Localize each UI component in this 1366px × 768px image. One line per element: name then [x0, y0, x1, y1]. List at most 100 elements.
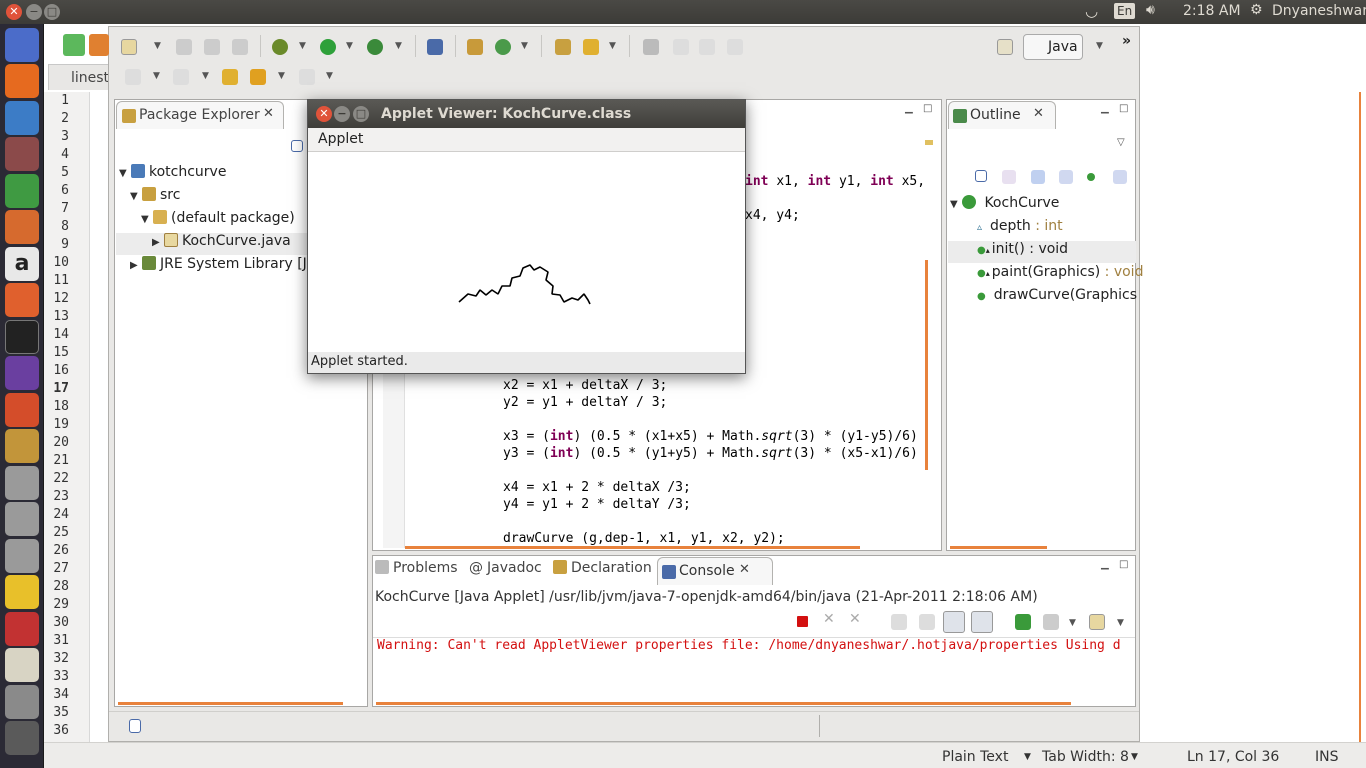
- open-console-icon[interactable]: [1089, 614, 1105, 630]
- remove-launch-icon[interactable]: ✕: [823, 611, 835, 627]
- paragraph-icon[interactable]: [727, 39, 743, 55]
- hide-static-icon[interactable]: [1059, 170, 1073, 184]
- outline-member-paint[interactable]: ●▴ paint(Graphics) : void: [977, 264, 1143, 286]
- minimize-icon[interactable]: ▁: [1101, 559, 1109, 570]
- trash-icon[interactable]: [5, 721, 39, 755]
- run-icon[interactable]: [320, 39, 336, 55]
- hide-nonpublic-icon[interactable]: [1087, 173, 1095, 181]
- run-external-icon[interactable]: [367, 39, 383, 55]
- last-edit-icon[interactable]: [222, 69, 238, 85]
- tree-item-src[interactable]: ▼ src: [130, 187, 180, 209]
- maximize-icon[interactable]: □: [1119, 103, 1128, 114]
- back-icon[interactable]: [250, 69, 266, 85]
- text-editor-icon[interactable]: [5, 648, 39, 682]
- clear-console-icon[interactable]: [891, 614, 907, 630]
- tree-item-default-package[interactable]: ▼ (default package): [141, 210, 295, 232]
- outline-class[interactable]: ▼ KochCurve: [950, 195, 1059, 217]
- tab-outline[interactable]: Outline ✕: [948, 101, 1056, 129]
- terminal-icon[interactable]: [5, 320, 39, 354]
- tree-item-project[interactable]: ▼ kotchcurve: [119, 164, 226, 186]
- maximize-icon[interactable]: □: [353, 106, 369, 122]
- drive-icon-3[interactable]: [5, 539, 39, 573]
- new-wizard-icon[interactable]: [121, 39, 137, 55]
- show-stderr-icon[interactable]: [971, 611, 993, 633]
- close-window-icon[interactable]: ✕: [6, 4, 22, 20]
- forward-icon[interactable]: [299, 69, 315, 85]
- settings-icon[interactable]: [5, 393, 39, 427]
- annotation-icon[interactable]: [643, 39, 659, 55]
- minimize-icon[interactable]: ▁: [905, 103, 913, 114]
- hide-local-types-icon[interactable]: [1113, 170, 1127, 184]
- close-icon[interactable]: ✕: [739, 562, 750, 577]
- software-center-icon[interactable]: [5, 283, 39, 317]
- clock[interactable]: 2:18 AM: [1183, 3, 1241, 19]
- gedit-tab[interactable]: linest: [48, 64, 110, 90]
- save-all-icon[interactable]: [204, 39, 220, 55]
- menu-applet[interactable]: Applet: [318, 131, 363, 147]
- maximize-icon[interactable]: □: [1119, 559, 1128, 570]
- applet-titlebar[interactable]: ✕ − □ Applet Viewer: KochCurve.class: [308, 100, 745, 128]
- writer-icon[interactable]: [5, 101, 39, 135]
- prev-annotation-icon[interactable]: [173, 69, 189, 85]
- dash-icon[interactable]: [5, 28, 39, 62]
- gedit-help-icon[interactable]: [5, 612, 39, 646]
- next-annotation-icon[interactable]: [125, 69, 141, 85]
- maximize-window-icon[interactable]: □: [44, 4, 60, 20]
- tab-width-selector[interactable]: Tab Width: 8: [1042, 749, 1129, 765]
- drive-icon[interactable]: [5, 466, 39, 500]
- close-icon[interactable]: ✕: [263, 106, 274, 121]
- block-icon[interactable]: [699, 39, 715, 55]
- outline-member-depth[interactable]: ▵ depth : int: [977, 218, 1063, 240]
- minimize-icon[interactable]: −: [334, 106, 350, 122]
- volume-icon[interactable]: 🔊︎: [1146, 2, 1155, 18]
- close-icon[interactable]: ✕: [316, 106, 332, 122]
- remove-all-icon[interactable]: ✕: [849, 611, 861, 627]
- eclipse-launcher-icon[interactable]: [5, 356, 39, 390]
- tab-package-explorer[interactable]: Package Explorer ✕: [116, 101, 284, 129]
- outline-member-drawcurve[interactable]: ● drawCurve(Graphics: [977, 287, 1137, 309]
- help-icon[interactable]: [5, 685, 39, 719]
- open-perspective-icon[interactable]: [997, 39, 1013, 55]
- tab-console[interactable]: Console ✕: [657, 557, 773, 585]
- maximize-icon[interactable]: □: [923, 103, 932, 114]
- view-menu-icon[interactable]: ▽: [1117, 137, 1125, 148]
- archive-icon[interactable]: [5, 429, 39, 463]
- terminate-icon[interactable]: [797, 616, 808, 627]
- close-icon[interactable]: ✕: [1033, 106, 1044, 121]
- new-file-icon[interactable]: [63, 34, 85, 56]
- outline-member-init[interactable]: ●▴ init() : void: [948, 241, 1136, 263]
- collapse-all-icon[interactable]: [975, 170, 987, 182]
- tree-item-jre[interactable]: ▶ JRE System Library [Ja: [130, 256, 315, 278]
- java-perspective-button[interactable]: Java: [1023, 34, 1083, 60]
- drive-icon-2[interactable]: [5, 502, 39, 536]
- language-selector[interactable]: Plain Text: [942, 749, 1008, 765]
- tab-problems[interactable]: Problems: [375, 560, 465, 586]
- calc-icon[interactable]: [5, 174, 39, 208]
- draw-icon[interactable]: [5, 210, 39, 244]
- open-type-icon[interactable]: [555, 39, 571, 55]
- show-stdout-icon[interactable]: [943, 611, 965, 633]
- print-icon[interactable]: [232, 39, 248, 55]
- tab-declaration[interactable]: Declaration: [553, 560, 653, 586]
- pin-console-icon[interactable]: [1015, 614, 1031, 630]
- minimize-icon[interactable]: ▁: [1101, 103, 1109, 114]
- search-icon[interactable]: [583, 39, 599, 55]
- new-package-icon[interactable]: [467, 39, 483, 55]
- new-class-icon[interactable]: [495, 39, 511, 55]
- debug-icon[interactable]: [272, 39, 288, 55]
- scroll-lock-icon[interactable]: [919, 614, 935, 630]
- wifi-icon[interactable]: ◡: [1085, 2, 1098, 20]
- hide-fields-icon[interactable]: [1031, 170, 1045, 184]
- tab-javadoc[interactable]: @ Javadoc: [469, 560, 549, 586]
- amazon-icon[interactable]: a: [5, 247, 39, 281]
- sort-icon[interactable]: [1002, 170, 1016, 184]
- user-name[interactable]: Dnyaneshwar: [1272, 3, 1366, 19]
- collapse-all-icon[interactable]: [291, 140, 303, 152]
- fast-view-icon[interactable]: [129, 719, 141, 733]
- overflow-icon[interactable]: »: [1122, 33, 1131, 49]
- open-file-icon[interactable]: [89, 34, 109, 56]
- save-icon[interactable]: [176, 39, 192, 55]
- display-console-icon[interactable]: [1043, 614, 1059, 630]
- minimize-window-icon[interactable]: −: [26, 4, 42, 20]
- gear-icon[interactable]: ⚙: [1250, 2, 1263, 18]
